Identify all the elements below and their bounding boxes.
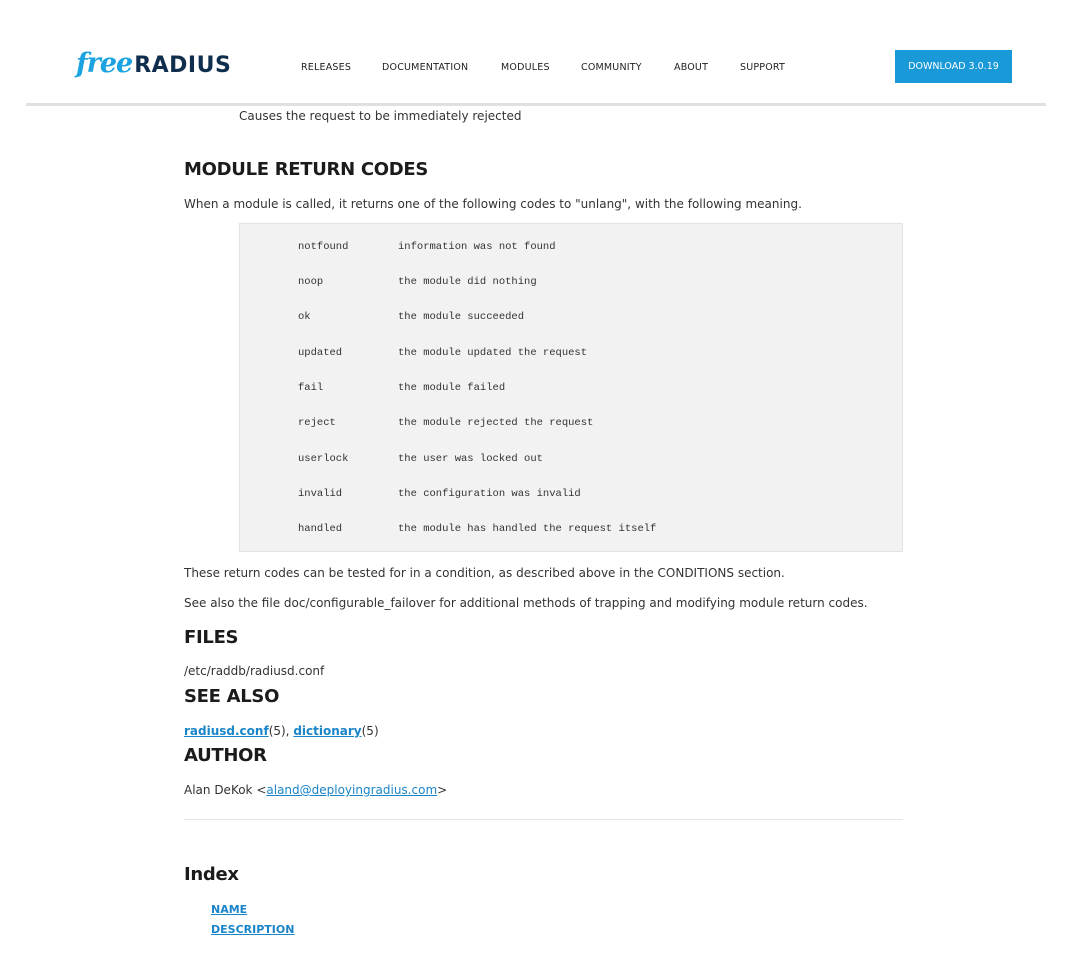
- logo-free-text: free: [76, 48, 133, 79]
- code-desc: the module succeeded: [398, 311, 525, 323]
- reject-description: Causes the request to be immediately rej…: [239, 109, 522, 123]
- heading-see-also: SEE ALSO: [184, 686, 280, 707]
- author-line: Alan DeKok <aland@deployingradius.com>: [184, 783, 447, 797]
- code-key: invalid: [298, 488, 343, 500]
- site-header: free RADIUS RELEASES DOCUMENTATION MODUL…: [0, 0, 1082, 106]
- freeradius-logo[interactable]: free RADIUS: [76, 48, 231, 84]
- nav-documentation[interactable]: DOCUMENTATION: [382, 62, 468, 73]
- heading-module-return-codes: MODULE RETURN CODES: [184, 159, 429, 180]
- return-codes-intro: When a module is called, it returns one …: [184, 197, 802, 211]
- code-key: updated: [298, 347, 343, 359]
- see-also-suffix-1: (5),: [268, 724, 294, 738]
- nav-about[interactable]: ABOUT: [674, 62, 708, 73]
- files-path: /etc/raddb/radiusd.conf: [184, 664, 325, 678]
- code-key: notfound: [298, 241, 349, 253]
- nav-releases[interactable]: RELEASES: [301, 62, 351, 73]
- code-key: handled: [298, 523, 343, 535]
- code-key: noop: [298, 276, 324, 288]
- author-suffix: >: [437, 783, 448, 797]
- see-also-suffix-2: (5): [361, 724, 379, 738]
- code-desc: the module has handled the request itsel…: [398, 523, 657, 535]
- link-dictionary[interactable]: dictionary: [293, 724, 361, 738]
- nav-modules[interactable]: MODULES: [501, 62, 550, 73]
- code-key: ok: [298, 311, 311, 323]
- code-key: reject: [298, 417, 336, 429]
- author-email-link[interactable]: aland@deployingradius.com: [266, 783, 437, 797]
- see-also-line: radiusd.conf(5), dictionary(5): [184, 724, 379, 738]
- code-desc: the module rejected the request: [398, 417, 594, 429]
- header-divider: [26, 103, 1046, 106]
- return-codes-failover-note: See also the file doc/configurable_failo…: [184, 596, 868, 610]
- code-key: fail: [298, 382, 324, 394]
- index-link-name[interactable]: NAME: [211, 903, 247, 916]
- return-codes-condition-note: These return codes can be tested for in …: [184, 566, 785, 580]
- logo-radius-text: RADIUS: [134, 53, 232, 78]
- author-name: Alan DeKok <: [184, 783, 267, 797]
- heading-author: AUTHOR: [184, 745, 267, 766]
- index-link-description[interactable]: DESCRIPTION: [211, 923, 294, 936]
- link-radiusd-conf[interactable]: radiusd.conf: [184, 724, 269, 738]
- code-desc: the user was locked out: [398, 453, 543, 465]
- return-codes-code-block: notfound information was not found noop th…: [239, 223, 903, 552]
- code-desc: the module failed: [398, 382, 506, 394]
- download-button[interactable]: DOWNLOAD 3.0.19: [895, 50, 1012, 83]
- content-divider: [184, 819, 903, 820]
- heading-files: FILES: [184, 627, 239, 648]
- heading-index: Index: [184, 864, 239, 885]
- nav-community[interactable]: COMMUNITY: [581, 62, 642, 73]
- nav-support[interactable]: SUPPORT: [740, 62, 785, 73]
- code-desc: the module updated the request: [398, 347, 588, 359]
- code-desc: information was not found: [398, 241, 556, 253]
- code-desc: the configuration was invalid: [398, 488, 581, 500]
- code-key: userlock: [298, 453, 349, 465]
- code-desc: the module did nothing: [398, 276, 537, 288]
